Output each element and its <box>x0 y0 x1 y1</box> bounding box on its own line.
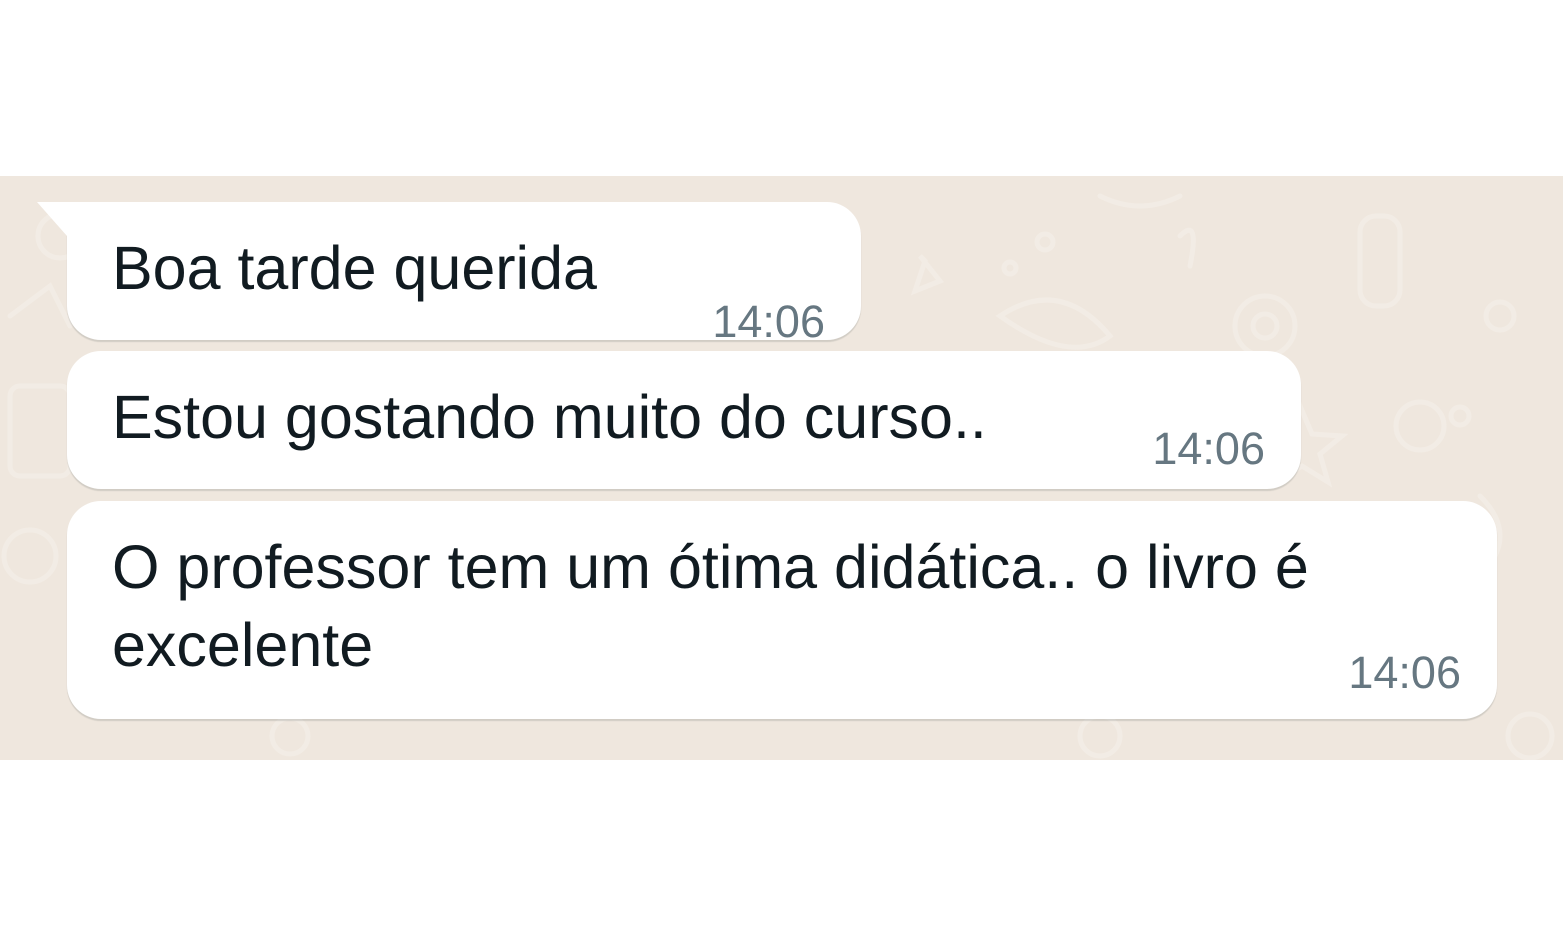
message-text: Estou gostando muito do curso.. <box>112 383 987 451</box>
message-bubble[interactable]: Estou gostando muito do curso.. 14:06 <box>67 351 1301 489</box>
message-bubble[interactable]: Boa tarde querida 14:06 <box>37 202 861 347</box>
bubble-tail <box>37 202 67 236</box>
chat-area: Boa tarde querida 14:06 Estou gostando m… <box>0 176 1563 760</box>
message-time: 14:06 <box>1348 647 1461 698</box>
message-text: O professor tem um ótima didática.. o li… <box>112 533 1309 679</box>
message-time: 14:06 <box>712 296 825 347</box>
message-bubble[interactable]: O professor tem um ótima didática.. o li… <box>67 501 1497 719</box>
message-text: Boa tarde querida <box>112 234 597 302</box>
message-time: 14:06 <box>1152 423 1265 474</box>
